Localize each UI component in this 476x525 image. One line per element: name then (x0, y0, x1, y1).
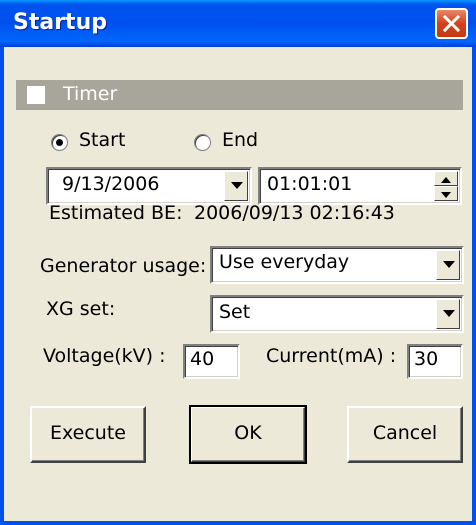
time-spinner[interactable] (434, 171, 458, 201)
date-value: 9/13/2006 (62, 173, 160, 195)
start-radio[interactable] (51, 134, 68, 151)
generator-usage-dropdown-button[interactable] (436, 250, 460, 280)
voltage-input[interactable]: 40 (183, 344, 240, 379)
time-picker[interactable]: 01:01:01 (258, 167, 462, 205)
time-spin-up[interactable] (434, 171, 458, 186)
start-radio-label[interactable]: Start (79, 129, 125, 151)
date-picker[interactable]: 9/13/2006 (46, 167, 252, 205)
start-radio-dot (56, 139, 63, 146)
end-radio-label[interactable]: End (222, 129, 258, 151)
time-value: 01:01:01 (267, 173, 353, 195)
estimated-be-value: 2006/09/13 02:16:43 (194, 202, 395, 224)
close-icon (443, 15, 460, 32)
xg-set-select[interactable]: Set (210, 295, 464, 333)
time-spin-down[interactable] (434, 186, 458, 201)
arrow-down-icon (441, 192, 451, 198)
arrow-up-icon (441, 177, 451, 183)
estimated-be-label: Estimated BE: (49, 202, 183, 224)
xg-set-dropdown-button[interactable] (436, 299, 460, 329)
close-button[interactable] (435, 8, 468, 39)
timer-checkbox[interactable] (27, 86, 45, 104)
title-bar[interactable]: Startup (0, 0, 476, 47)
voltage-value: 40 (190, 348, 215, 370)
current-input[interactable]: 30 (407, 344, 463, 379)
generator-usage-value: Use everyday (219, 251, 350, 273)
current-label: Current(mA) : (266, 345, 397, 367)
execute-button[interactable]: Execute (30, 406, 146, 463)
timer-group-header: Timer (16, 80, 463, 110)
xg-set-label: XG set: (46, 298, 116, 320)
window-title: Startup (13, 10, 107, 35)
end-radio[interactable] (194, 134, 211, 151)
voltage-label: Voltage(kV) : (43, 345, 166, 367)
generator-usage-label: Generator usage: (40, 255, 207, 277)
chevron-down-icon (443, 261, 455, 268)
chevron-down-icon (443, 310, 455, 317)
cancel-button[interactable]: Cancel (347, 406, 463, 463)
ok-button[interactable]: OK (189, 405, 307, 464)
date-dropdown-button[interactable] (224, 171, 248, 201)
startup-dialog: Startup Timer Start End 9/13/2006 01:01:… (0, 0, 476, 525)
generator-usage-select[interactable]: Use everyday (210, 246, 464, 284)
current-value: 30 (414, 348, 439, 370)
timer-label: Timer (63, 83, 118, 105)
xg-set-value: Set (219, 301, 251, 323)
chevron-down-icon (231, 182, 243, 189)
